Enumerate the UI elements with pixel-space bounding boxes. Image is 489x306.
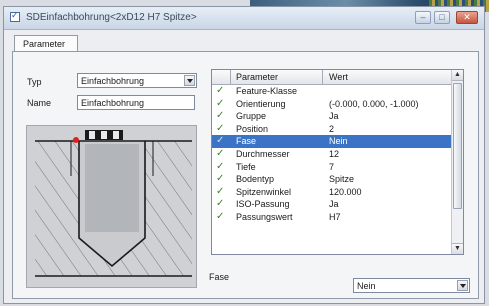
check-icon: ✓ xyxy=(216,198,225,210)
table-row[interactable]: ✓ Bodentyp Spitze xyxy=(212,173,453,186)
fase-dropdown[interactable]: Nein xyxy=(353,278,470,293)
maximize-button[interactable]: □ xyxy=(434,11,450,24)
parameter-value: Nein xyxy=(329,136,348,147)
parameter-name: ISO-Passung xyxy=(236,199,290,210)
scroll-up-button[interactable]: ▲ xyxy=(452,70,463,81)
parameter-name: Fase xyxy=(236,136,257,147)
scroll-down-button[interactable]: ▼ xyxy=(452,243,463,254)
fase-value: Nein xyxy=(357,281,376,291)
check-icon: ✓ xyxy=(216,85,225,96)
parameter-name: Position xyxy=(236,123,269,134)
dialog-window: SDEinfachbohrung<2xD12 H7 Spitze> – □ ✕ … xyxy=(3,6,485,304)
table-row[interactable]: ✓ Durchmesser 12 xyxy=(212,148,453,161)
table-header: Parameter Wert xyxy=(212,70,453,85)
name-field[interactable]: Einfachbohrung xyxy=(77,95,195,110)
check-icon: ✓ xyxy=(216,173,225,185)
check-icon: ✓ xyxy=(216,110,225,122)
tab-parameter[interactable]: Parameter xyxy=(14,35,78,52)
table-row[interactable]: ✓ Feature-Klasse xyxy=(212,85,453,98)
parameter-name: Tiefe xyxy=(236,161,256,172)
parameter-name: Orientierung xyxy=(236,98,286,109)
check-icon: ✓ xyxy=(216,97,225,109)
parameter-value: H7 xyxy=(329,211,341,222)
typ-dropdown[interactable]: Einfachbohrung xyxy=(77,73,197,88)
close-button[interactable]: ✕ xyxy=(456,11,478,24)
check-icon: ✓ xyxy=(216,185,225,197)
column-separator xyxy=(322,70,323,84)
parameter-value: Ja xyxy=(329,199,339,210)
app-check-icon xyxy=(10,10,20,22)
minimize-button[interactable]: – xyxy=(415,11,431,24)
parameter-value: 7 xyxy=(329,161,335,172)
scrollbar-thumb[interactable] xyxy=(453,83,462,209)
parameter-name: Gruppe xyxy=(236,111,267,122)
check-icon: ✓ xyxy=(216,147,225,159)
column-header-parameter[interactable]: Parameter xyxy=(236,72,278,82)
fase-label: Fase xyxy=(209,272,230,282)
parameter-name: Passungswert xyxy=(236,211,293,222)
table-row-selected[interactable]: ✓ Fase Nein xyxy=(212,135,453,148)
table-row[interactable]: ✓ Position 2 xyxy=(212,123,453,136)
drill-hole-diagram xyxy=(27,126,196,287)
check-icon: ✓ xyxy=(216,135,225,147)
name-label: Name xyxy=(27,98,52,108)
title-bar[interactable]: SDEinfachbohrung<2xD12 H7 Spitze> – □ ✕ xyxy=(4,7,484,30)
parameter-value: (-0.000, 0.000, -1.000) xyxy=(329,98,419,109)
parameter-value: 120.000 xyxy=(329,186,362,197)
window-title: SDEinfachbohrung<2xD12 H7 Spitze> xyxy=(26,12,197,23)
parameter-name: Spitzenwinkel xyxy=(236,186,292,197)
table-row[interactable]: ✓ Gruppe Ja xyxy=(212,110,453,123)
parameter-name: Durchmesser xyxy=(236,148,290,159)
typ-value: Einfachbohrung xyxy=(81,76,145,86)
feature-preview-image xyxy=(26,125,197,288)
typ-label: Typ xyxy=(27,77,42,87)
chevron-down-icon[interactable] xyxy=(184,75,195,86)
column-header-wert[interactable]: Wert xyxy=(329,72,348,82)
parameter-name: Feature-Klasse xyxy=(236,86,298,96)
table-row[interactable]: ✓ Passungswert H7 xyxy=(212,211,453,224)
table-rows: ✓ Feature-Klasse ✓ Orientierung (-0.000, 0.… xyxy=(212,85,453,224)
parameter-value: 12 xyxy=(329,148,340,159)
parameter-value: Spitze xyxy=(329,174,355,185)
column-separator xyxy=(230,70,231,84)
check-icon: ✓ xyxy=(216,122,225,134)
table-row[interactable]: ✓ Tiefe 7 xyxy=(212,161,453,174)
check-icon: ✓ xyxy=(216,210,225,222)
parameter-name: Bodentyp xyxy=(236,174,275,185)
table-row[interactable]: ✓ Spitzenwinkel 120.000 xyxy=(212,186,453,199)
parameter-table[interactable]: Parameter Wert ✓ Feature-Klasse ✓ Orientie… xyxy=(211,69,464,255)
check-icon: ✓ xyxy=(216,160,225,172)
chevron-down-icon[interactable] xyxy=(457,280,468,291)
vertical-scrollbar[interactable]: ▲ ▼ xyxy=(451,70,463,254)
table-row[interactable]: ✓ Orientierung (-0.000, 0.000, -1.000) xyxy=(212,98,453,111)
parameter-value: 2 xyxy=(329,123,335,134)
parameter-value: Ja xyxy=(329,111,339,122)
table-row[interactable]: ✓ ISO-Passung Ja xyxy=(212,198,453,211)
